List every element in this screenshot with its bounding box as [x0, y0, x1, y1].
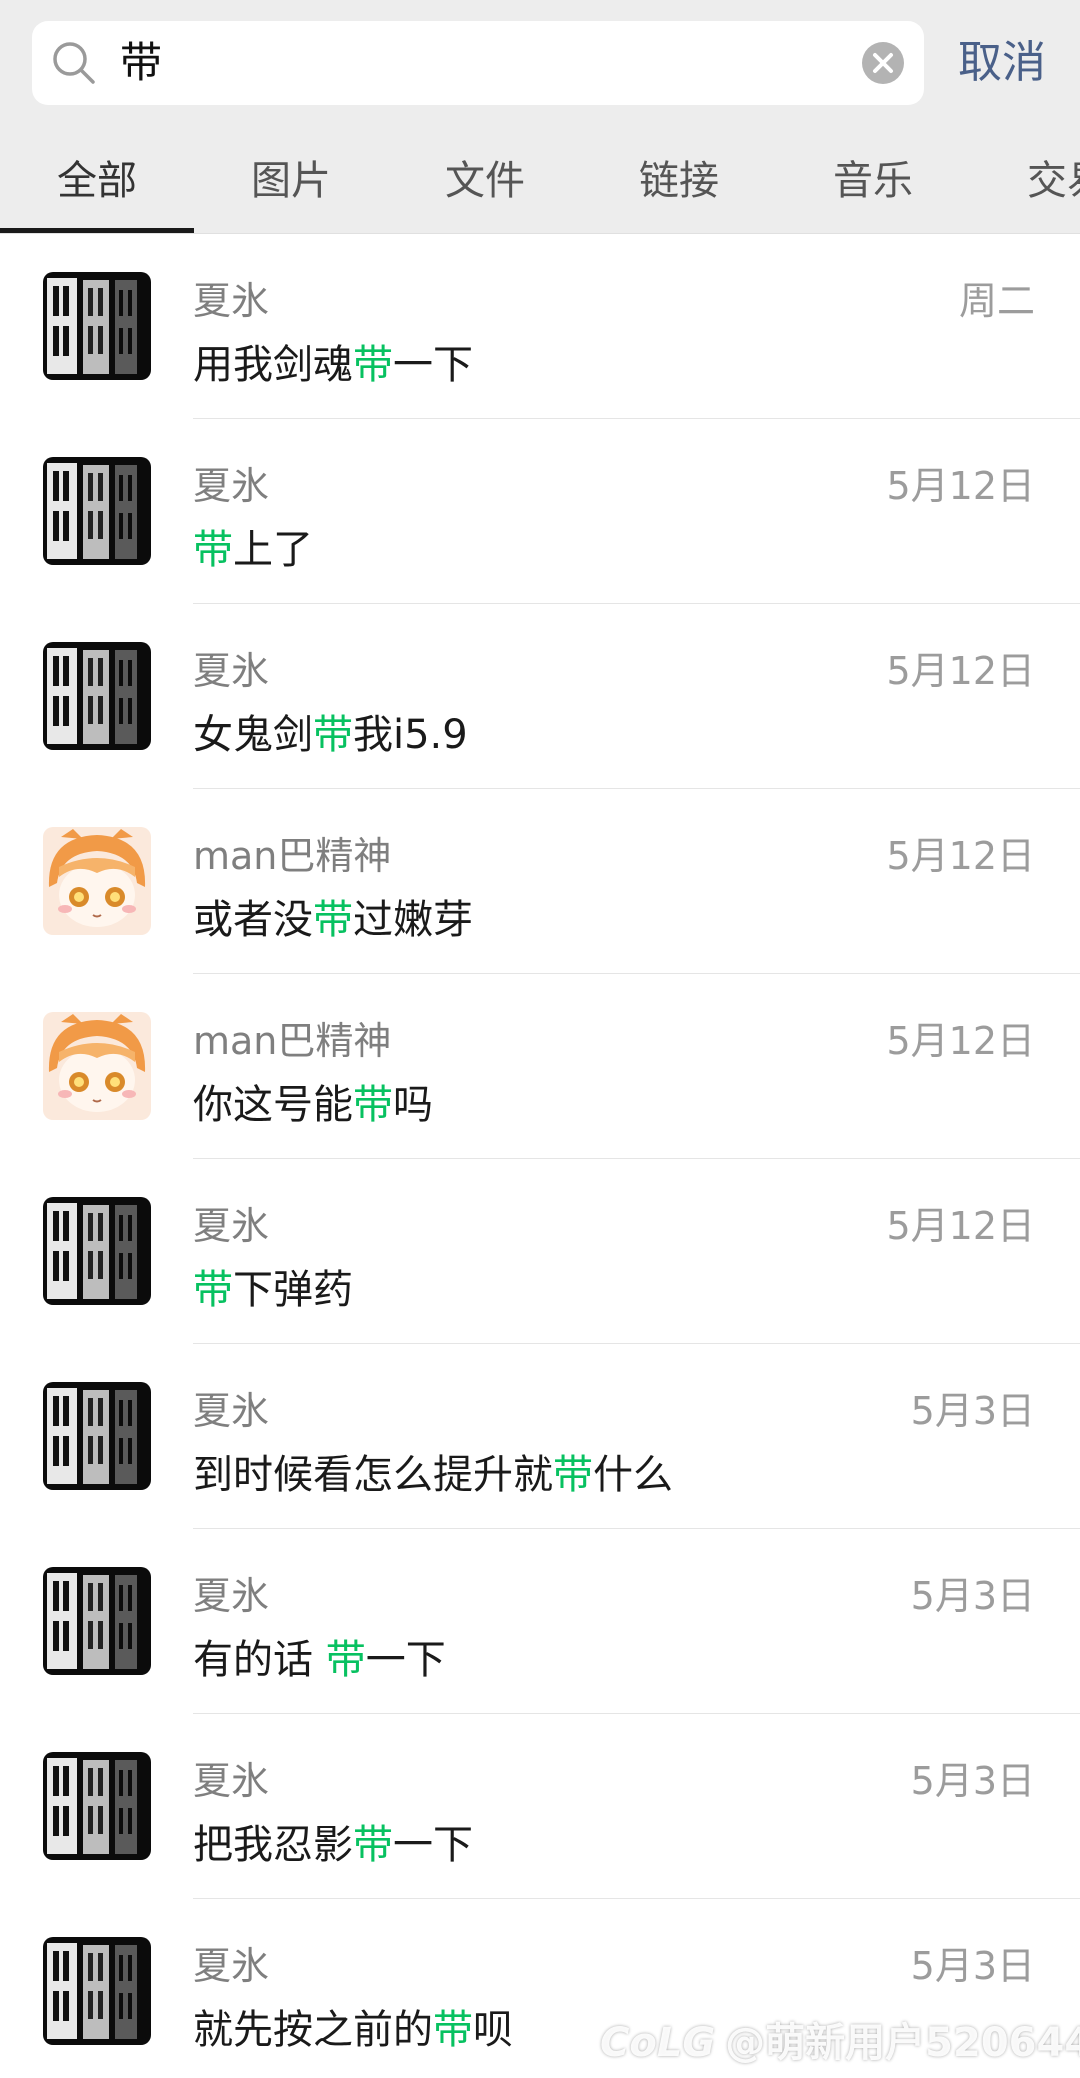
- tab-transactions[interactable]: 交易: [1027, 128, 1080, 233]
- search-result-row[interactable]: 夏氷 5月12日女鬼剑带我i5.9: [0, 604, 1080, 789]
- message-snippet: 带下弹药: [193, 1257, 353, 1315]
- snippet-suffix: 上了: [233, 527, 313, 573]
- search-result-row[interactable]: 夏氷 5月3日把我忍影带一下: [0, 1714, 1080, 1899]
- snippet-suffix: 吗: [393, 1082, 433, 1128]
- search-result-row[interactable]: man巴精神 5月12日你这号能带吗: [0, 974, 1080, 1159]
- snippet-suffix: 一下: [365, 1637, 446, 1683]
- search-result-row[interactable]: 夏氷 5月3日到时候看怎么提升就带什么: [0, 1344, 1080, 1529]
- anime-girl-avatar: [43, 827, 151, 935]
- snippet-prefix: 有的话: [193, 1637, 326, 1683]
- message-snippet: 或者没带过嫩芽: [193, 887, 473, 945]
- message-date: 5月3日: [910, 1759, 1035, 1803]
- door-avatar: [43, 1937, 151, 2045]
- snippet-prefix: 用我剑魂: [193, 342, 353, 388]
- sender-name: 夏氷: [193, 649, 270, 693]
- snippet-suffix: 什么: [593, 1452, 673, 1498]
- snippet-prefix: 到时候看怎么提升就: [193, 1452, 553, 1498]
- tab-links[interactable]: 链接: [639, 128, 719, 233]
- search-bar: 带 取消: [0, 0, 1080, 128]
- snippet-suffix: 我i5.9: [353, 712, 468, 758]
- snippet-highlight: 带: [353, 1822, 393, 1868]
- message-snippet: 你这号能带吗: [193, 1072, 433, 1130]
- sender-name: 夏氷: [193, 1389, 270, 1433]
- message-snippet: 就先按之前的带呗: [193, 1997, 513, 2055]
- snippet-prefix: 或者没: [193, 897, 313, 943]
- message-date: 周二: [958, 279, 1035, 323]
- message-snippet: 带上了: [193, 517, 313, 575]
- door-avatar: [43, 457, 151, 565]
- sender-name: man巴精神: [193, 834, 392, 878]
- snippet-highlight: 带: [313, 897, 353, 943]
- snippet-suffix: 呗: [473, 2007, 513, 2053]
- anime-girl-avatar: [43, 1012, 151, 1120]
- watermark-text: @萌新用户5206444: [725, 2020, 1080, 2066]
- snippet-prefix: 你这号能: [193, 1082, 353, 1128]
- snippet-suffix: 过嫩芽: [353, 897, 473, 943]
- search-icon: [53, 42, 95, 84]
- sender-name: 夏氷: [193, 1574, 270, 1618]
- door-avatar: [43, 272, 151, 380]
- tab-images[interactable]: 图片: [251, 128, 331, 233]
- message-date: 5月12日: [886, 1204, 1035, 1248]
- snippet-highlight: 带: [553, 1452, 593, 1498]
- message-snippet: 用我剑魂带一下: [193, 332, 473, 390]
- search-results-list: 夏氷 周二 用我剑魂带一下 夏氷 5月12日 带上了 夏氷 5月12日 女鬼剑带我i5.9 man…: [0, 234, 1080, 2078]
- search-result-row[interactable]: man巴精神 5月12日或者没带过嫩芽: [0, 789, 1080, 974]
- message-date: 5月12日: [886, 464, 1035, 508]
- active-tab-indicator: [0, 228, 194, 233]
- door-avatar: [43, 1382, 151, 1490]
- snippet-highlight: 带: [193, 1267, 233, 1313]
- search-result-row[interactable]: 夏氷 5月12日带下弹药: [0, 1159, 1080, 1344]
- category-tabs: 全部 图片 文件 链接 音乐 交易: [0, 128, 1080, 234]
- search-result-row[interactable]: 夏氷 5月12日带上了: [0, 419, 1080, 604]
- snippet-highlight: 带: [193, 527, 233, 573]
- clear-icon[interactable]: [862, 42, 904, 84]
- snippet-highlight: 带: [325, 1637, 366, 1683]
- sender-name: 夏氷: [193, 1204, 270, 1248]
- tab-all[interactable]: 全部: [57, 128, 137, 233]
- sender-name: 夏氷: [193, 1944, 270, 1988]
- message-snippet: 到时候看怎么提升就带什么: [193, 1442, 673, 1500]
- message-date: 5月12日: [886, 834, 1035, 878]
- snippet-prefix: 女鬼剑: [193, 712, 313, 758]
- message-snippet: 把我忍影带一下: [193, 1812, 473, 1870]
- snippet-highlight: 带: [313, 712, 353, 758]
- door-avatar: [43, 1197, 151, 1305]
- tab-files[interactable]: 文件: [445, 128, 525, 233]
- search-input[interactable]: 带: [32, 21, 924, 105]
- snippet-suffix: 下弹药: [233, 1267, 353, 1313]
- search-result-row[interactable]: 夏氷 周二用我剑魂带一下: [0, 234, 1080, 419]
- message-snippet: 女鬼剑带我i5.9: [193, 702, 468, 760]
- door-avatar: [43, 1567, 151, 1675]
- snippet-highlight: 带: [353, 1082, 393, 1128]
- tab-music[interactable]: 音乐: [833, 128, 913, 233]
- sender-name: 夏氷: [193, 279, 270, 323]
- message-date: 5月3日: [910, 1389, 1035, 1433]
- door-avatar: [43, 1752, 151, 1860]
- snippet-prefix: 就先按之前的: [193, 2007, 433, 2053]
- cancel-button[interactable]: 取消: [958, 21, 1046, 105]
- search-query: 带: [120, 38, 163, 87]
- snippet-highlight: 带: [353, 342, 393, 388]
- message-date: 5月12日: [886, 1019, 1035, 1063]
- door-avatar: [43, 642, 151, 750]
- message-date: 5月12日: [886, 649, 1035, 693]
- snippet-suffix: 一下: [393, 1822, 473, 1868]
- search-result-row[interactable]: 夏氷 5月3日有的话 带一下: [0, 1529, 1080, 1714]
- message-date: 5月3日: [910, 1944, 1035, 1988]
- sender-name: man巴精神: [193, 1019, 392, 1063]
- message-snippet: 有的话 带一下: [193, 1627, 446, 1685]
- watermark-logo: CoLG: [600, 2020, 716, 2066]
- watermark: CoLG@萌新用户5206444: [600, 2010, 1080, 2068]
- snippet-highlight: 带: [433, 2007, 473, 2053]
- snippet-suffix: 一下: [393, 342, 473, 388]
- sender-name: 夏氷: [193, 464, 270, 508]
- message-date: 5月3日: [910, 1574, 1035, 1618]
- sender-name: 夏氷: [193, 1759, 270, 1803]
- snippet-prefix: 把我忍影: [193, 1822, 353, 1868]
